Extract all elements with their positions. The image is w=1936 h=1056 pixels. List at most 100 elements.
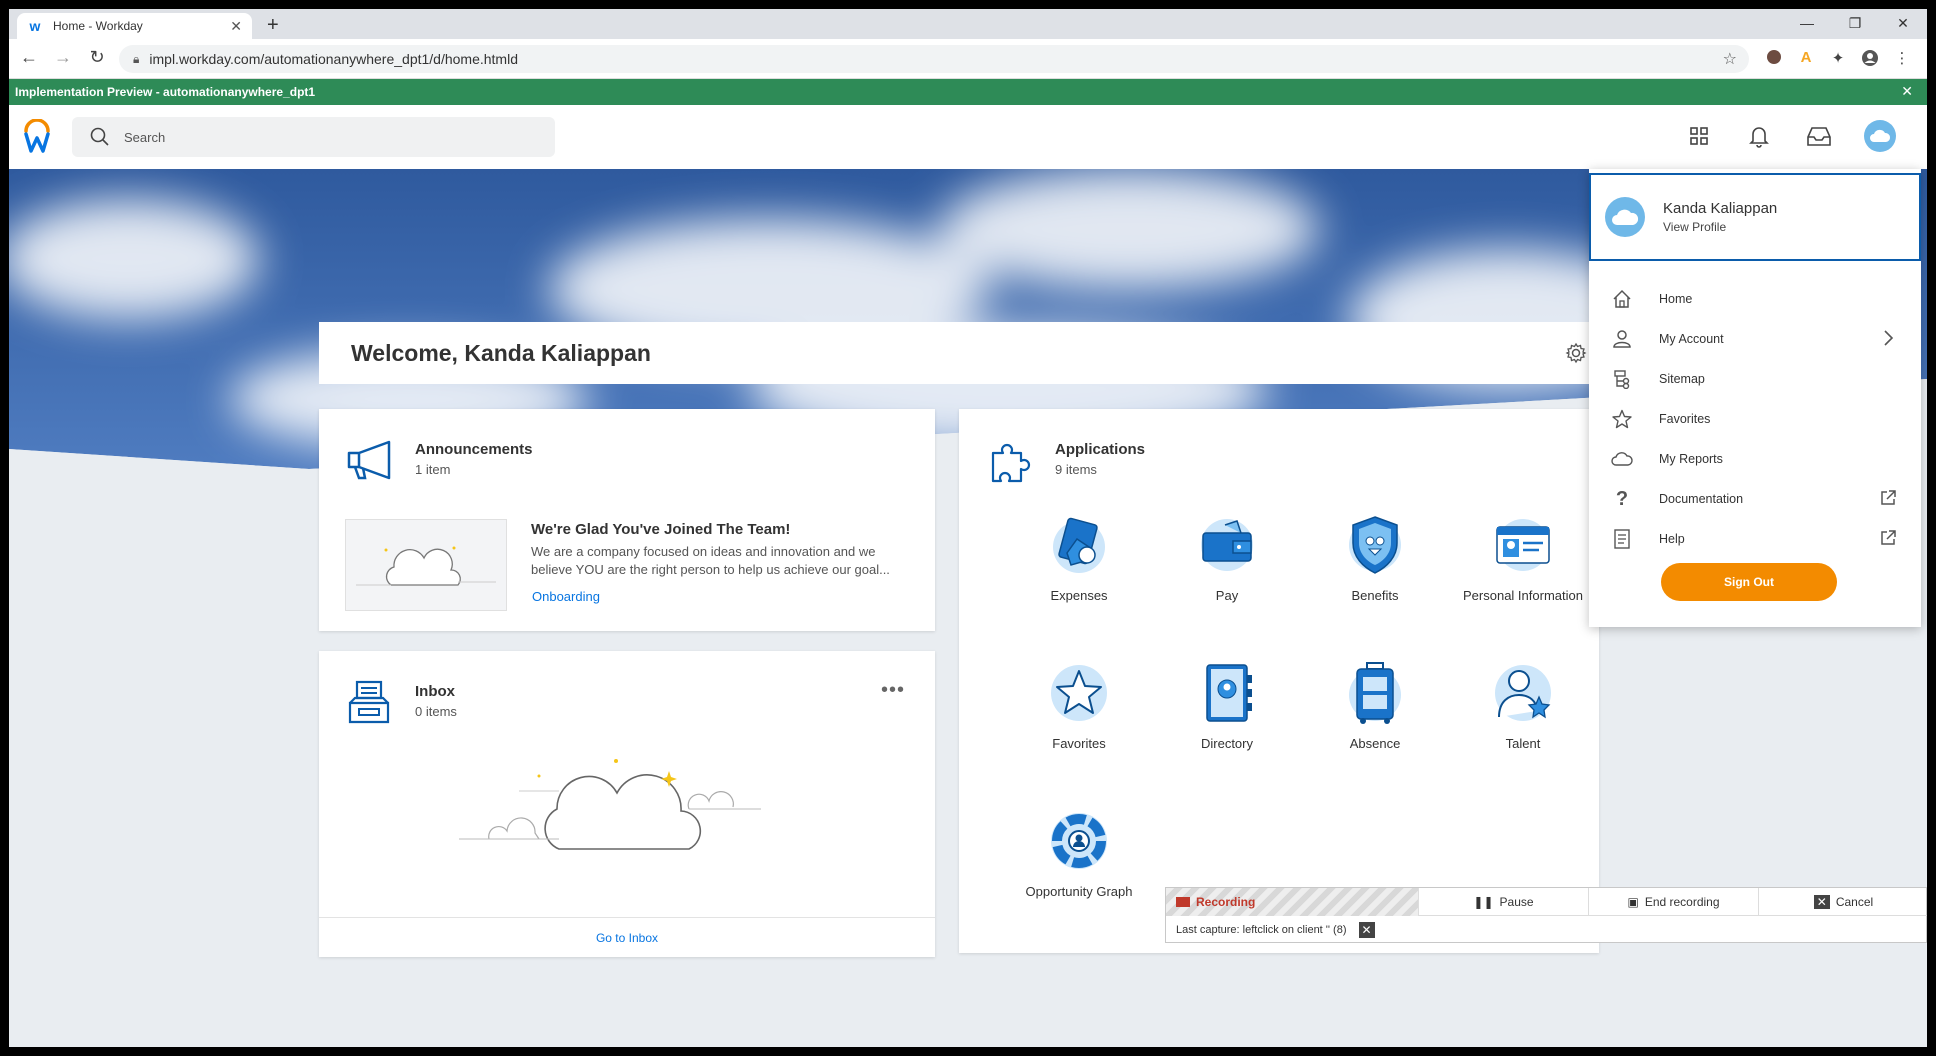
banner-text: Implementation Preview - automationanywh… xyxy=(15,85,316,99)
url-field[interactable]: 🔒︎ impl.workday.com/automationanywhere_d… xyxy=(119,45,1749,73)
end-recording-button[interactable]: ▣ End recording xyxy=(1588,888,1758,916)
close-window-icon[interactable]: ✕ xyxy=(1879,9,1927,39)
record-camera-icon xyxy=(1176,897,1190,907)
inbox-tray-icon[interactable] xyxy=(1804,121,1834,151)
app-label: Talent xyxy=(1505,736,1541,751)
sitemap-icon xyxy=(1611,368,1633,390)
forward-arrow-icon[interactable]: → xyxy=(53,47,73,68)
star-outline-icon xyxy=(1611,408,1633,430)
recording-toolbar: Recording ❚❚ Pause ▣ End recording ✕ Can… xyxy=(1165,887,1927,943)
directory-icon xyxy=(1206,664,1252,722)
applications-title: Applications xyxy=(1055,441,1146,458)
menu-item-label: Help xyxy=(1659,532,1685,546)
app-label: Opportunity Graph xyxy=(1025,884,1133,899)
menu-item-help[interactable]: Help xyxy=(1589,519,1921,559)
menu-item-documentation[interactable]: ? Documentation xyxy=(1589,479,1921,519)
announcements-count: 1 item xyxy=(415,462,451,477)
browser-window: w Home - Workday ✕ + — ❐ ✕ ← → ↻ 🔒︎ impl… xyxy=(9,9,1927,1047)
go-to-inbox-link[interactable]: Go to Inbox xyxy=(319,917,935,957)
minimize-icon[interactable]: — xyxy=(1783,9,1831,39)
cancel-button[interactable]: ✕ Cancel xyxy=(1758,888,1927,916)
cloud-illustration-icon xyxy=(356,546,496,586)
extension-a-icon[interactable]: A xyxy=(1796,49,1816,71)
app-personal-information[interactable]: Personal Information xyxy=(1458,513,1588,604)
pause-label: Pause xyxy=(1499,895,1534,909)
puzzle-extension-icon[interactable]: ✦ xyxy=(1828,49,1848,71)
announcements-title: Announcements xyxy=(415,441,533,458)
onboarding-link[interactable]: Onboarding xyxy=(532,589,600,604)
pause-icon: ❚❚ xyxy=(1473,895,1494,909)
account-icon[interactable] xyxy=(1860,49,1880,71)
workday-favicon-icon: w xyxy=(29,18,41,34)
app-talent[interactable]: Talent xyxy=(1458,661,1588,752)
app-benefits[interactable]: Benefits xyxy=(1310,513,1440,604)
cloud-outline-icon xyxy=(1611,448,1633,470)
cloud-avatar-icon xyxy=(1612,209,1639,225)
chevron-right-icon[interactable] xyxy=(1879,329,1897,347)
browser-tab[interactable]: w Home - Workday ✕ xyxy=(17,13,252,39)
menu-item-my-account[interactable]: My Account xyxy=(1589,319,1921,359)
announcement-title[interactable]: We're Glad You've Joined The Team! xyxy=(531,521,790,538)
profile-dropdown-menu: Kanda Kaliappan View Profile Home My Acc… xyxy=(1589,169,1921,627)
search-icon xyxy=(90,127,109,146)
reload-icon[interactable]: ↻ xyxy=(87,47,107,68)
back-arrow-icon[interactable]: ← xyxy=(19,47,39,68)
sign-out-button[interactable]: Sign Out xyxy=(1661,563,1837,601)
last-capture-text: Last capture: leftclick on client '' (8) xyxy=(1176,924,1347,936)
profile-avatar-button[interactable] xyxy=(1864,120,1896,152)
apps-grid-icon[interactable] xyxy=(1684,121,1714,151)
more-options-icon[interactable]: ••• xyxy=(881,679,905,702)
opportunity-graph-icon xyxy=(1051,813,1107,869)
app-directory[interactable]: Directory xyxy=(1162,661,1292,752)
app-label: Personal Information xyxy=(1463,588,1583,603)
app-label: Absence xyxy=(1349,736,1401,751)
app-favorites[interactable]: Favorites xyxy=(1014,661,1144,752)
search-placeholder: Search xyxy=(124,129,166,145)
cancel-label: Cancel xyxy=(1835,895,1874,909)
extension-avatar-icon[interactable] xyxy=(1764,49,1784,71)
menu-item-sitemap[interactable]: Sitemap xyxy=(1589,359,1921,399)
profile-header[interactable]: Kanda Kaliappan View Profile xyxy=(1589,173,1921,261)
cloud-avatar-icon xyxy=(1870,129,1891,142)
url-text: impl.workday.com/automationanywhere_dpt1… xyxy=(149,51,518,67)
app-opportunity-graph[interactable]: Opportunity Graph xyxy=(1014,809,1144,900)
pause-button[interactable]: ❚❚ Pause xyxy=(1418,888,1588,916)
app-expenses[interactable]: Expenses xyxy=(1014,513,1144,604)
view-profile-link[interactable]: View Profile xyxy=(1663,220,1777,234)
dismiss-capture-icon[interactable]: ✕ xyxy=(1358,922,1375,938)
workday-logo-icon[interactable] xyxy=(23,119,51,155)
menu-item-my-reports[interactable]: My Reports xyxy=(1589,439,1921,479)
gear-icon[interactable] xyxy=(1565,342,1587,364)
kebab-menu-icon[interactable]: ⋮ xyxy=(1892,49,1912,71)
wallet-icon xyxy=(1201,519,1253,571)
banner-close-icon[interactable]: ✕ xyxy=(1901,83,1913,100)
menu-item-favorites[interactable]: Favorites xyxy=(1589,399,1921,439)
home-icon xyxy=(1611,288,1633,310)
announcement-thumbnail[interactable] xyxy=(345,519,507,611)
profile-avatar xyxy=(1605,197,1645,237)
person-star-icon xyxy=(1495,665,1551,721)
app-absence[interactable]: Absence xyxy=(1310,661,1440,752)
search-input[interactable]: Search xyxy=(72,117,555,157)
announcements-card: Announcements 1 item We're Glad You've J… xyxy=(319,409,935,631)
inbox-card: Inbox 0 items ••• Go to Inbox xyxy=(319,651,935,957)
applications-card: Applications 9 items Expenses Pay Benefi… xyxy=(959,409,1599,953)
shield-icon xyxy=(1349,516,1401,574)
new-tab-button[interactable]: + xyxy=(267,14,279,37)
last-capture-status: Last capture: leftclick on client '' (8)… xyxy=(1176,922,1375,938)
bookmark-star-icon[interactable]: ☆ xyxy=(1723,49,1737,69)
app-pay[interactable]: Pay xyxy=(1162,513,1292,604)
external-link-icon xyxy=(1881,490,1896,505)
app-label: Pay xyxy=(1215,588,1239,603)
tab-close-icon[interactable]: ✕ xyxy=(230,18,242,35)
cancel-x-icon: ✕ xyxy=(1813,895,1830,909)
notifications-bell-icon[interactable] xyxy=(1744,121,1774,151)
restore-icon[interactable]: ❐ xyxy=(1831,9,1879,39)
applications-count: 9 items xyxy=(1055,462,1097,477)
id-card-icon xyxy=(1496,519,1550,571)
window-controls: — ❐ ✕ xyxy=(1783,9,1927,39)
menu-item-home[interactable]: Home xyxy=(1589,279,1921,319)
question-icon: ? xyxy=(1615,487,1629,510)
lock-icon: 🔒︎ xyxy=(133,51,140,66)
inbox-stack-icon xyxy=(348,680,390,724)
